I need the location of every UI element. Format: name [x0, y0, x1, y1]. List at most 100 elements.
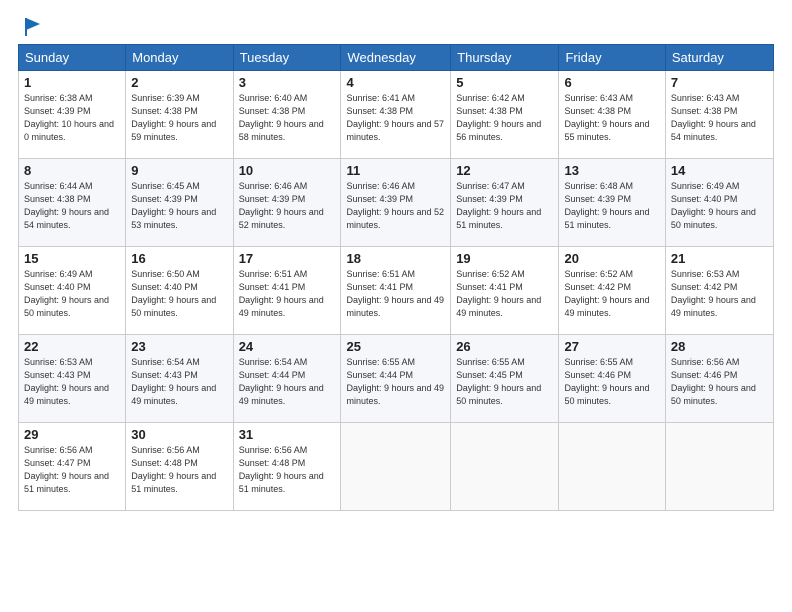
day-info: Sunrise: 6:51 AMSunset: 4:41 PMDaylight:…	[346, 268, 445, 320]
day-number: 31	[239, 427, 336, 442]
calendar-day-31: 31Sunrise: 6:56 AMSunset: 4:48 PMDayligh…	[233, 423, 341, 511]
calendar-header-tuesday: Tuesday	[233, 45, 341, 71]
day-info: Sunrise: 6:41 AMSunset: 4:38 PMDaylight:…	[346, 92, 445, 144]
calendar-week-1: 1 Sunrise: 6:38 AMSunset: 4:39 PMDaylight…	[19, 71, 774, 159]
calendar-day-18: 18 Sunrise: 6:51 AMSunset: 4:41 PMDayligh…	[341, 247, 451, 335]
calendar-day-17: 17 Sunrise: 6:51 AMSunset: 4:41 PMDayligh…	[233, 247, 341, 335]
calendar-day-19: 19Sunrise: 6:52 AMSunset: 4:41 PMDayligh…	[451, 247, 559, 335]
calendar-day-3: 3 Sunrise: 6:40 AMSunset: 4:38 PMDaylight…	[233, 71, 341, 159]
calendar-day-9: 9 Sunrise: 6:45 AMSunset: 4:39 PMDaylight…	[126, 159, 233, 247]
day-info: Sunrise: 6:55 AMSunset: 4:46 PMDaylight:…	[564, 356, 659, 408]
calendar-header-row: SundayMondayTuesdayWednesdayThursdayFrid…	[19, 45, 774, 71]
day-number: 11	[346, 163, 445, 178]
day-info: Sunrise: 6:39 AMSunset: 4:38 PMDaylight:…	[131, 92, 227, 144]
calendar-day-22: 22 Sunrise: 6:53 AMSunset: 4:43 PMDayligh…	[19, 335, 126, 423]
day-info: Sunrise: 6:56 AMSunset: 4:48 PMDaylight:…	[131, 444, 227, 496]
calendar-header-wednesday: Wednesday	[341, 45, 451, 71]
calendar-header-thursday: Thursday	[451, 45, 559, 71]
day-info: Sunrise: 6:55 AMSunset: 4:44 PMDaylight:…	[346, 356, 445, 408]
calendar-week-4: 22 Sunrise: 6:53 AMSunset: 4:43 PMDayligh…	[19, 335, 774, 423]
day-info: Sunrise: 6:53 AMSunset: 4:42 PMDaylight:…	[671, 268, 768, 320]
day-number: 23	[131, 339, 227, 354]
calendar-day-20: 20 Sunrise: 6:52 AMSunset: 4:42 PMDayligh…	[559, 247, 665, 335]
calendar-day-8: 8 Sunrise: 6:44 AMSunset: 4:38 PMDaylight…	[19, 159, 126, 247]
calendar-day-25: 25 Sunrise: 6:55 AMSunset: 4:44 PMDayligh…	[341, 335, 451, 423]
calendar-day-11: 11 Sunrise: 6:46 AMSunset: 4:39 PMDayligh…	[341, 159, 451, 247]
day-number: 12	[456, 163, 553, 178]
calendar-day-14: 14 Sunrise: 6:49 AMSunset: 4:40 PMDayligh…	[665, 159, 773, 247]
calendar-day-4: 4 Sunrise: 6:41 AMSunset: 4:38 PMDaylight…	[341, 71, 451, 159]
day-info: Sunrise: 6:52 AMSunset: 4:41 PMDaylight:…	[456, 268, 553, 320]
day-number: 16	[131, 251, 227, 266]
day-number: 25	[346, 339, 445, 354]
day-info: Sunrise: 6:54 AMSunset: 4:44 PMDaylight:…	[239, 356, 336, 408]
calendar-day-27: 27 Sunrise: 6:55 AMSunset: 4:46 PMDayligh…	[559, 335, 665, 423]
calendar-header-monday: Monday	[126, 45, 233, 71]
day-number: 27	[564, 339, 659, 354]
day-number: 10	[239, 163, 336, 178]
calendar-day-6: 6 Sunrise: 6:43 AMSunset: 4:38 PMDaylight…	[559, 71, 665, 159]
day-number: 2	[131, 75, 227, 90]
day-number: 6	[564, 75, 659, 90]
calendar-day-2: 2 Sunrise: 6:39 AMSunset: 4:38 PMDaylight…	[126, 71, 233, 159]
empty-cell	[665, 423, 773, 511]
day-number: 3	[239, 75, 336, 90]
logo-flag-icon	[22, 16, 44, 38]
calendar-day-5: 5 Sunrise: 6:42 AMSunset: 4:38 PMDaylight…	[451, 71, 559, 159]
day-number: 18	[346, 251, 445, 266]
calendar-day-29: 29 Sunrise: 6:56 AMSunset: 4:47 PMDayligh…	[19, 423, 126, 511]
day-number: 5	[456, 75, 553, 90]
day-number: 8	[24, 163, 120, 178]
day-info: Sunrise: 6:50 AMSunset: 4:40 PMDaylight:…	[131, 268, 227, 320]
day-info: Sunrise: 6:51 AMSunset: 4:41 PMDaylight:…	[239, 268, 336, 320]
page: SundayMondayTuesdayWednesdayThursdayFrid…	[0, 0, 792, 612]
day-number: 21	[671, 251, 768, 266]
day-number: 15	[24, 251, 120, 266]
header	[18, 16, 774, 34]
calendar-week-5: 29 Sunrise: 6:56 AMSunset: 4:47 PMDayligh…	[19, 423, 774, 511]
day-number: 7	[671, 75, 768, 90]
day-info: Sunrise: 6:42 AMSunset: 4:38 PMDaylight:…	[456, 92, 553, 144]
day-info: Sunrise: 6:43 AMSunset: 4:38 PMDaylight:…	[564, 92, 659, 144]
day-info: Sunrise: 6:44 AMSunset: 4:38 PMDaylight:…	[24, 180, 120, 232]
calendar-day-30: 30Sunrise: 6:56 AMSunset: 4:48 PMDayligh…	[126, 423, 233, 511]
day-info: Sunrise: 6:52 AMSunset: 4:42 PMDaylight:…	[564, 268, 659, 320]
day-number: 26	[456, 339, 553, 354]
empty-cell	[341, 423, 451, 511]
day-info: Sunrise: 6:46 AMSunset: 4:39 PMDaylight:…	[346, 180, 445, 232]
calendar-day-26: 26 Sunrise: 6:55 AMSunset: 4:45 PMDayligh…	[451, 335, 559, 423]
day-number: 1	[24, 75, 120, 90]
day-number: 4	[346, 75, 445, 90]
day-number: 22	[24, 339, 120, 354]
day-info: Sunrise: 6:49 AMSunset: 4:40 PMDaylight:…	[671, 180, 768, 232]
day-number: 17	[239, 251, 336, 266]
calendar-day-21: 21 Sunrise: 6:53 AMSunset: 4:42 PMDayligh…	[665, 247, 773, 335]
day-info: Sunrise: 6:38 AMSunset: 4:39 PMDaylight:…	[24, 92, 120, 144]
calendar-day-13: 13 Sunrise: 6:48 AMSunset: 4:39 PMDayligh…	[559, 159, 665, 247]
day-info: Sunrise: 6:53 AMSunset: 4:43 PMDaylight:…	[24, 356, 120, 408]
day-number: 28	[671, 339, 768, 354]
calendar-day-28: 28Sunrise: 6:56 AMSunset: 4:46 PMDayligh…	[665, 335, 773, 423]
empty-cell	[451, 423, 559, 511]
day-number: 29	[24, 427, 120, 442]
day-info: Sunrise: 6:43 AMSunset: 4:38 PMDaylight:…	[671, 92, 768, 144]
day-info: Sunrise: 6:48 AMSunset: 4:39 PMDaylight:…	[564, 180, 659, 232]
day-info: Sunrise: 6:45 AMSunset: 4:39 PMDaylight:…	[131, 180, 227, 232]
logo	[18, 16, 44, 34]
day-number: 14	[671, 163, 768, 178]
day-number: 24	[239, 339, 336, 354]
day-number: 9	[131, 163, 227, 178]
day-info: Sunrise: 6:40 AMSunset: 4:38 PMDaylight:…	[239, 92, 336, 144]
day-info: Sunrise: 6:54 AMSunset: 4:43 PMDaylight:…	[131, 356, 227, 408]
calendar-day-24: 24 Sunrise: 6:54 AMSunset: 4:44 PMDayligh…	[233, 335, 341, 423]
calendar-week-2: 8 Sunrise: 6:44 AMSunset: 4:38 PMDaylight…	[19, 159, 774, 247]
day-info: Sunrise: 6:46 AMSunset: 4:39 PMDaylight:…	[239, 180, 336, 232]
calendar-week-3: 15 Sunrise: 6:49 AMSunset: 4:40 PMDayligh…	[19, 247, 774, 335]
day-info: Sunrise: 6:49 AMSunset: 4:40 PMDaylight:…	[24, 268, 120, 320]
calendar-day-10: 10 Sunrise: 6:46 AMSunset: 4:39 PMDayligh…	[233, 159, 341, 247]
day-number: 20	[564, 251, 659, 266]
day-info: Sunrise: 6:56 AMSunset: 4:47 PMDaylight:…	[24, 444, 120, 496]
day-info: Sunrise: 6:55 AMSunset: 4:45 PMDaylight:…	[456, 356, 553, 408]
day-number: 13	[564, 163, 659, 178]
calendar-day-23: 23 Sunrise: 6:54 AMSunset: 4:43 PMDayligh…	[126, 335, 233, 423]
